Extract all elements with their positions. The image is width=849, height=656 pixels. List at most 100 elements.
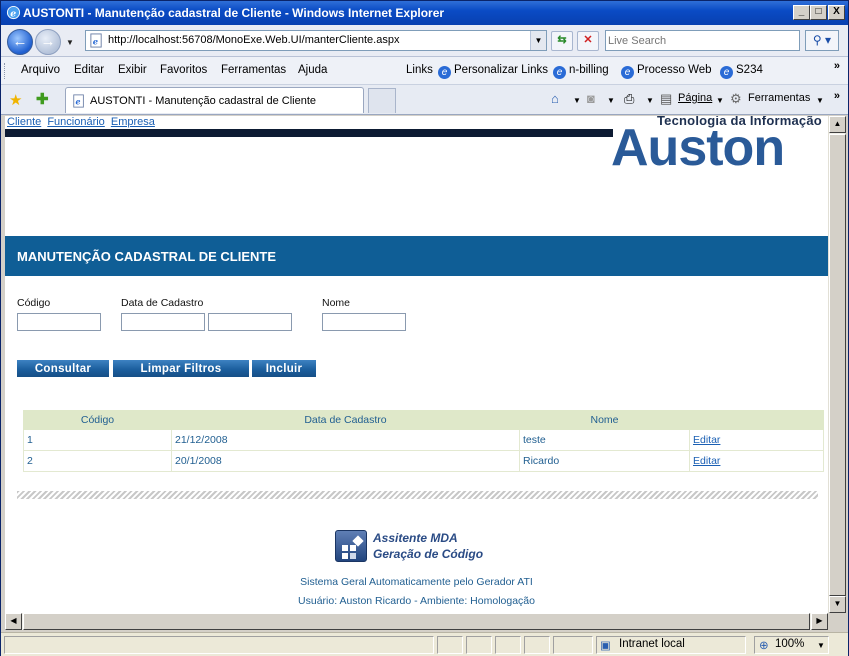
footer-user-text: Usuário: Auston Ricardo - Ambiente: Homo… (298, 595, 535, 607)
editar-link[interactable]: Editar (693, 455, 720, 467)
col-nome-header[interactable]: Nome (519, 410, 690, 430)
editar-link[interactable]: Editar (693, 434, 720, 446)
cell-codigo: 2 (23, 450, 172, 472)
history-dropdown-icon[interactable]: ▼ (66, 38, 74, 47)
favorites-star-icon[interactable]: ★ (9, 91, 22, 109)
search-icon: ⚲ ▾ (812, 33, 832, 47)
tab-active[interactable]: e AUSTONTI - Manutenção cadastral de Cli… (65, 87, 364, 113)
codigo-label: Código (17, 297, 51, 309)
feeds-dropdown-icon[interactable]: ▼ (607, 96, 615, 105)
data-cadastro-label: Data de Cadastro (121, 297, 204, 309)
search-button[interactable]: ⚲ ▾ (805, 30, 839, 51)
status-cell (553, 636, 593, 654)
data-cadastro-from-input[interactable] (121, 313, 205, 331)
zoom-icon: ⊕ (759, 640, 769, 652)
chevron-more-icon[interactable]: » (834, 90, 840, 102)
cell-nome: teste (519, 429, 690, 451)
cell-acao: Editar (689, 429, 824, 451)
cell-data: 20/1/2008 (171, 450, 520, 472)
zone-label: Intranet local (619, 638, 685, 650)
nome-input[interactable] (322, 313, 406, 331)
limpar-filtros-button[interactable]: Limpar Filtros (113, 360, 249, 377)
scroll-up-icon[interactable]: ▲ (829, 116, 846, 133)
ie-logo-icon: e (6, 5, 21, 19)
page-title: MANUTENÇÃO CADASTRAL DE CLIENTE (17, 249, 277, 264)
nav-link-empresa[interactable]: Empresa (111, 116, 155, 128)
consultar-button[interactable]: Consultar (17, 360, 109, 377)
table-row: 2 20/1/2008 Ricardo Editar (23, 450, 824, 472)
menu-exibir[interactable]: Exibir (118, 64, 147, 76)
home-icon[interactable]: ⌂ (551, 91, 559, 106)
mda-assistant-icon (335, 530, 367, 562)
new-tab-button[interactable] (368, 88, 396, 113)
menu-ajuda[interactable]: Ajuda (298, 64, 327, 76)
page-viewport: Cliente Funcionário Empresa Tecnologia d… (5, 116, 828, 613)
address-bar[interactable]: e http://localhost:56708/MonoExe.Web.UI/… (85, 30, 547, 51)
codigo-input[interactable] (17, 313, 101, 331)
minimize-button[interactable]: _ (793, 5, 810, 20)
menu-bar: Arquivo Editar Exibir Favoritos Ferramen… (1, 57, 848, 85)
link-processo-web[interactable]: e Processo Web (621, 64, 712, 79)
vertical-scrollbar[interactable]: ▲ ▼ (828, 116, 846, 613)
zoom-dropdown-icon[interactable]: ▼ (817, 641, 825, 650)
col-data-header[interactable]: Data de Cadastro (171, 410, 520, 430)
stop-button[interactable]: ✕ (577, 31, 599, 51)
scroll-right-icon[interactable]: ▶ (811, 613, 828, 630)
col-codigo-header[interactable]: Código (23, 410, 172, 430)
tab-bar: ★ ✚ e AUSTONTI - Manutenção cadastral de… (1, 85, 848, 115)
close-button[interactable]: X (828, 5, 845, 20)
incluir-button[interactable]: Incluir (252, 360, 316, 377)
menu-ferramentas[interactable]: Ferramentas (221, 64, 286, 76)
horizontal-scrollbar[interactable]: ◀ ▶ (5, 613, 828, 630)
cell-nome: Ricardo (519, 450, 690, 472)
toolbar-grip (4, 63, 7, 79)
refresh-button[interactable]: ⇆ (551, 31, 573, 51)
nav-link-funcionario[interactable]: Funcionário (47, 116, 104, 128)
clientes-table: Código Data de Cadastro Nome 1 21/12/200… (23, 410, 824, 472)
nav-link-cliente[interactable]: Cliente (7, 116, 41, 128)
forward-arrow-icon: → (40, 33, 56, 50)
page-menu[interactable]: Página (678, 92, 712, 104)
print-dropdown-icon[interactable]: ▼ (646, 96, 654, 105)
home-dropdown-icon[interactable]: ▼ (573, 96, 581, 105)
scroll-down-icon[interactable]: ▼ (829, 596, 846, 613)
horizontal-scroll-thumb[interactable] (23, 613, 810, 630)
address-dropdown-icon[interactable]: ▼ (530, 31, 546, 50)
page-ie-icon: e (90, 33, 102, 48)
page-icon: ▤ (660, 91, 673, 106)
tools-dropdown-icon[interactable]: ▼ (816, 96, 824, 105)
scroll-left-icon[interactable]: ◀ (5, 613, 22, 630)
tab-ie-icon: e (73, 94, 84, 108)
search-input[interactable] (608, 33, 796, 48)
col-acao-header (689, 410, 824, 430)
links-label[interactable]: Links (406, 64, 433, 76)
link-n-billing[interactable]: e n-billing (553, 64, 609, 79)
print-icon[interactable]: ⎙ (624, 91, 634, 107)
search-box[interactable] (605, 30, 800, 51)
zoom-level: 100% (775, 638, 805, 650)
vertical-scroll-thumb[interactable] (829, 134, 846, 596)
back-button[interactable]: ← (7, 29, 33, 55)
forward-button[interactable]: → (35, 29, 61, 55)
mda-title: Assitente MDA (373, 531, 458, 545)
menu-arquivo[interactable]: Arquivo (21, 64, 60, 76)
chevron-more-icon[interactable]: » (834, 60, 840, 72)
link-personalizar[interactable]: e Personalizar Links (438, 64, 548, 79)
feeds-icon[interactable]: ◙ (587, 91, 595, 106)
menu-editar[interactable]: Editar (74, 64, 104, 76)
page-dropdown-icon[interactable]: ▼ (716, 96, 724, 105)
menu-favoritos[interactable]: Favoritos (160, 64, 207, 76)
address-url[interactable]: http://localhost:56708/MonoExe.Web.UI/ma… (108, 34, 399, 46)
maximize-button[interactable]: □ (810, 5, 827, 20)
link-ie-icon: e (438, 66, 451, 79)
link-personalizar-label: Personalizar Links (454, 64, 548, 76)
top-nav: Cliente Funcionário Empresa (7, 116, 158, 128)
add-favorite-icon[interactable]: ✚ (36, 90, 49, 108)
link-s234[interactable]: e S234 (720, 64, 763, 79)
stop-icon: ✕ (583, 34, 593, 46)
status-cell (524, 636, 550, 654)
tools-menu[interactable]: Ferramentas (748, 92, 810, 104)
status-cell (437, 636, 463, 654)
data-cadastro-to-input[interactable] (208, 313, 292, 331)
table-row: 1 21/12/2008 teste Editar (23, 429, 824, 451)
